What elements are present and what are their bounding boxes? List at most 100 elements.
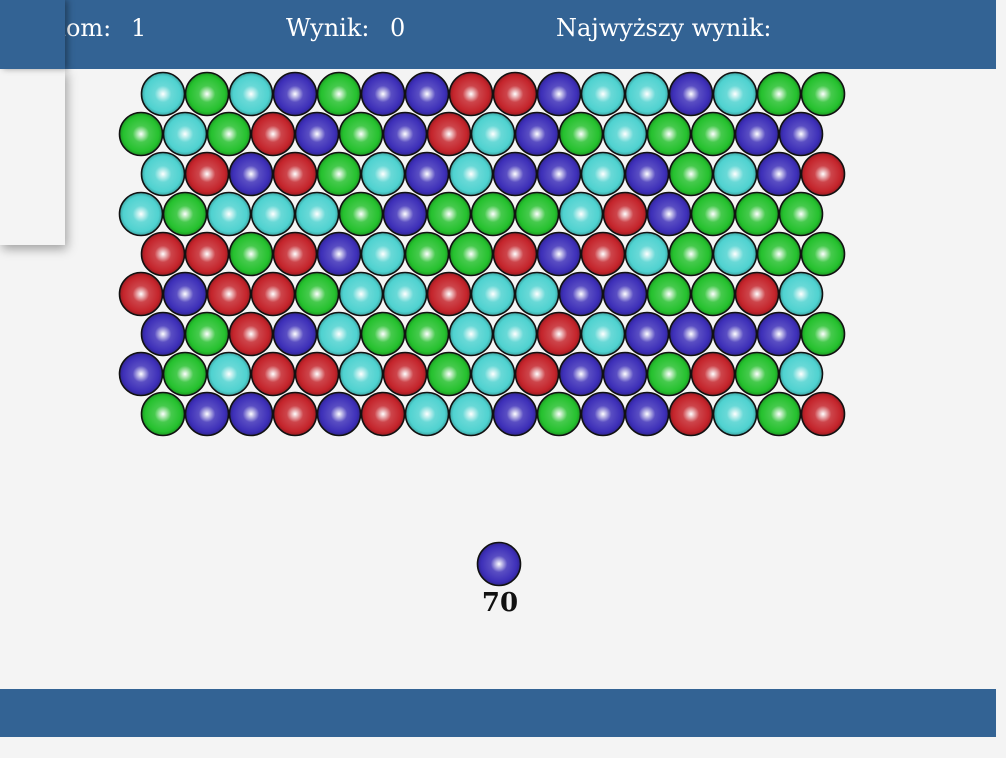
bubble-blue	[756, 151, 802, 197]
bubble-green	[646, 271, 692, 317]
bubble-cyan	[514, 271, 560, 317]
bubble-green	[734, 351, 780, 397]
bubble-cyan	[382, 271, 428, 317]
bubble-cyan	[118, 191, 164, 237]
bubble-cyan	[712, 231, 758, 277]
bubble-green	[448, 231, 494, 277]
bubble-green	[668, 151, 714, 197]
bubble-red	[514, 351, 560, 397]
bubble-cyan	[712, 151, 758, 197]
bubble-red	[800, 391, 846, 437]
bubble-cyan	[228, 71, 274, 117]
bubble-green	[294, 271, 340, 317]
shooter-bubble[interactable]	[476, 541, 522, 587]
bubble-blue	[162, 271, 208, 317]
bubble-blue	[360, 71, 406, 117]
bubble-green	[756, 71, 802, 117]
bubble-blue	[558, 351, 604, 397]
bubble-blue	[624, 311, 670, 357]
bubble-red	[492, 231, 538, 277]
bubble-blue	[514, 111, 560, 157]
top-bar: Poziom: 1 Wynik: 0 Najwyższy wynik:	[0, 0, 996, 69]
bubble-cyan	[338, 351, 384, 397]
bubble-cyan	[140, 71, 186, 117]
bubble-red	[734, 271, 780, 317]
bubble-green	[690, 191, 736, 237]
bubble-blue	[382, 111, 428, 157]
bubble-green	[360, 311, 406, 357]
score-label: Wynik:	[286, 14, 370, 42]
bubble-green	[690, 271, 736, 317]
bubble-red	[492, 71, 538, 117]
bubble-green	[536, 391, 582, 437]
bubble-red	[272, 391, 318, 437]
bubble-blue	[668, 71, 714, 117]
bubble-green	[778, 191, 824, 237]
bubble-red	[668, 391, 714, 437]
bubble-green	[338, 191, 384, 237]
level-value: 1	[131, 14, 147, 42]
bubble-red	[250, 271, 296, 317]
bubble-red	[250, 111, 296, 157]
bubble-green	[800, 311, 846, 357]
bubble-blue	[382, 191, 428, 237]
bubble-red	[448, 71, 494, 117]
highscore-label: Najwyższy wynik:	[556, 14, 772, 42]
bubble-green	[404, 231, 450, 277]
bubble-cyan	[470, 111, 516, 157]
bubble-red	[426, 111, 472, 157]
bubble-blue	[536, 71, 582, 117]
bubble-red	[690, 351, 736, 397]
bubble-red	[536, 311, 582, 357]
bubble-green	[514, 191, 560, 237]
bubble-blue	[778, 111, 824, 157]
bubble-green	[800, 71, 846, 117]
bottom-bar	[0, 689, 996, 737]
bubble-green	[470, 191, 516, 237]
bubble-blue	[602, 271, 648, 317]
bubble-blue	[558, 271, 604, 317]
bubble-cyan	[448, 151, 494, 197]
bubble-blue	[316, 391, 362, 437]
bubble-blue	[492, 151, 538, 197]
bubble-cyan	[580, 71, 626, 117]
bubble-cyan	[206, 191, 252, 237]
bubble-blue	[316, 231, 362, 277]
bubble-blue	[536, 151, 582, 197]
bubble-blue	[404, 71, 450, 117]
bubble-red	[272, 231, 318, 277]
bubble-blue	[294, 111, 340, 157]
bubble-red	[426, 271, 472, 317]
bubble-cyan	[778, 351, 824, 397]
bubble-green	[228, 231, 274, 277]
bubble-green	[404, 311, 450, 357]
bubble-red	[294, 351, 340, 397]
bubble-red	[250, 351, 296, 397]
score-value: 0	[390, 14, 406, 42]
bubble-green	[118, 111, 164, 157]
bubble-cyan	[448, 391, 494, 437]
bubble-green	[558, 111, 604, 157]
bubble-cyan	[580, 311, 626, 357]
bubble-cyan	[712, 391, 758, 437]
bubble-green	[316, 151, 362, 197]
bubble-blue	[624, 391, 670, 437]
bubble-cyan	[404, 391, 450, 437]
bubble-cyan	[294, 191, 340, 237]
bubble-blue	[536, 231, 582, 277]
bubble-green	[668, 231, 714, 277]
bubble-green	[162, 191, 208, 237]
bubble-red	[272, 151, 318, 197]
bubble-blue	[272, 311, 318, 357]
bubble-green	[800, 231, 846, 277]
bubble-cyan	[712, 71, 758, 117]
bubble-blue	[272, 71, 318, 117]
bubble-cyan	[360, 151, 406, 197]
side-panel[interactable]	[0, 69, 65, 245]
bubble-blue	[668, 311, 714, 357]
side-panel-header	[0, 0, 65, 69]
bubble-cyan	[558, 191, 604, 237]
bubble-green	[756, 391, 802, 437]
bubble-blue	[734, 111, 780, 157]
bubble-cyan	[492, 311, 538, 357]
